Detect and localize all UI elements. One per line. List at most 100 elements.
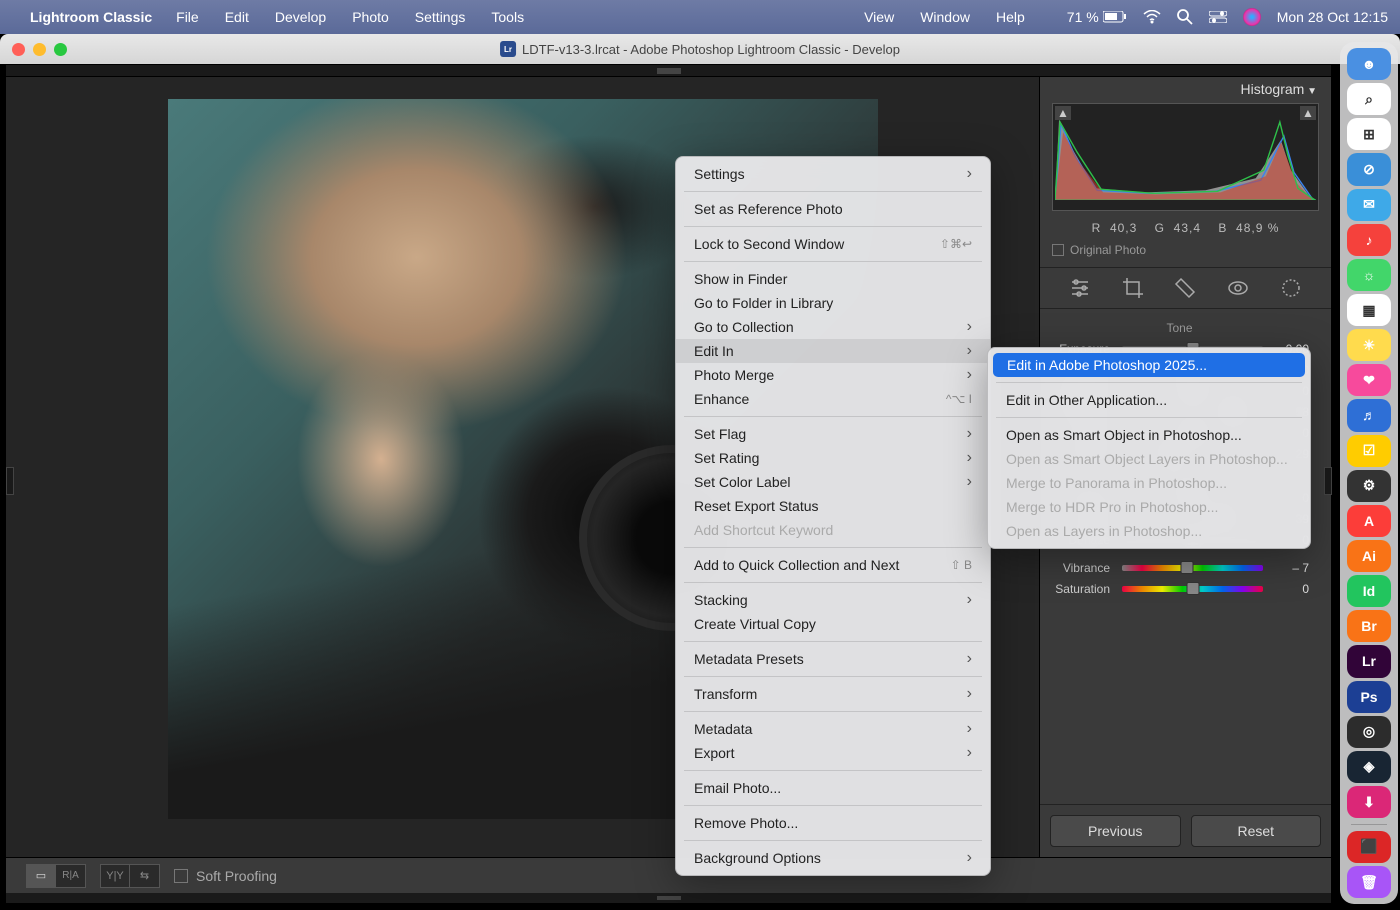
dock-icon-0[interactable]: ☻ [1347,48,1391,80]
redeye-icon[interactable] [1226,276,1250,300]
battery-indicator[interactable]: 71 % [1067,9,1127,25]
dock-icon-19[interactable]: ◎ [1347,716,1391,748]
menu-file[interactable]: File [176,9,199,25]
cm-set-ref[interactable]: Set as Reference Photo [676,197,990,221]
mac-menubar: Lightroom Classic File Edit Develop Phot… [0,0,1400,34]
dock-icon-14[interactable]: Ai [1347,540,1391,572]
dock-icon-1[interactable]: ⌕ [1347,83,1391,115]
cm-settings[interactable]: Settings [676,162,990,186]
right-panel-handle[interactable] [1324,467,1332,495]
sm-edit-ps[interactable]: Edit in Adobe Photoshop 2025... [993,353,1305,377]
cm-go-collection[interactable]: Go to Collection [676,315,990,339]
edit-in-submenu: Edit in Adobe Photoshop 2025... Edit in … [987,347,1311,549]
dock-icon-23[interactable]: 🗑 [1347,866,1391,898]
cm-photo-merge[interactable]: Photo Merge [676,363,990,387]
dock-icon-16[interactable]: Br [1347,610,1391,642]
maximize-button[interactable] [54,43,67,56]
cm-lock-second[interactable]: Lock to Second Window⇧⌘↩ [676,232,990,256]
cm-reset-export[interactable]: Reset Export Status [676,494,990,518]
sm-smart-layers: Open as Smart Object Layers in Photoshop… [988,447,1310,471]
loupe-view-button[interactable]: ▭ [26,864,56,888]
dock-icon-8[interactable]: ☀ [1347,329,1391,361]
dock-icon-13[interactable]: A [1347,505,1391,537]
siri-icon[interactable] [1243,8,1261,26]
cm-transform[interactable]: Transform [676,682,990,706]
reset-button[interactable]: Reset [1191,815,1322,847]
menu-help[interactable]: Help [996,9,1025,25]
lrc-icon: Lr [500,41,516,57]
original-photo-checkbox[interactable]: Original Photo [1052,243,1319,257]
mac-dock: ☻⌕⊞⊘ ✉♪☼▦☀❤♬ ☑⚙AAiIdBrLr Ps◎◈⬇ ⬛🗑 [1340,42,1398,904]
left-panel-handle[interactable] [6,467,14,495]
soft-proofing-checkbox[interactable]: Soft Proofing [174,868,277,884]
window-titlebar: Lr LDTF-v13-3.lrcat - Adobe Photoshop Li… [0,34,1400,64]
dock-icon-2[interactable]: ⊞ [1347,118,1391,150]
wifi-icon[interactable] [1143,10,1161,24]
menu-develop[interactable]: Develop [275,9,326,25]
cm-email[interactable]: Email Photo... [676,776,990,800]
dock-icon-18[interactable]: Ps [1347,681,1391,713]
cm-export[interactable]: Export [676,741,990,765]
before-after-lr-button[interactable]: R|A [56,864,86,888]
dock-icon-12[interactable]: ⚙ [1347,470,1391,502]
menu-edit[interactable]: Edit [225,9,249,25]
cm-set-color[interactable]: Set Color Label [676,470,990,494]
dock-icon-20[interactable]: ◈ [1347,751,1391,783]
dock-icon-15[interactable]: Id [1347,575,1391,607]
cm-metadata[interactable]: Metadata [676,717,990,741]
histogram[interactable]: ▲ ▲ [1052,103,1319,211]
cm-enhance[interactable]: Enhance^⌥ I [676,387,990,411]
dock-icon-9[interactable]: ❤ [1347,364,1391,396]
dock-icon-11[interactable]: ☑ [1347,435,1391,467]
tone-label: Tone [1050,321,1309,335]
dock-icon-10[interactable]: ♬ [1347,399,1391,431]
clock[interactable]: Mon 28 Oct 12:15 [1277,9,1388,25]
sm-smart-obj[interactable]: Open as Smart Object in Photoshop... [988,423,1310,447]
cm-virtual-copy[interactable]: Create Virtual Copy [676,612,990,636]
menu-window[interactable]: Window [920,9,970,25]
menu-photo[interactable]: Photo [352,9,389,25]
compare-yy-button[interactable]: Y|Y [100,864,130,888]
slider-saturation[interactable]: Saturation0 [1050,579,1309,599]
compare-swap-button[interactable]: ⇆ [130,864,160,888]
cm-set-flag[interactable]: Set Flag [676,422,990,446]
app-name[interactable]: Lightroom Classic [30,9,152,25]
close-button[interactable] [12,43,25,56]
histogram-header[interactable]: Histogram [1040,77,1331,101]
sm-layers: Open as Layers in Photoshop... [988,519,1310,543]
menu-settings[interactable]: Settings [415,9,466,25]
dock-icon-3[interactable]: ⊘ [1347,153,1391,185]
dock-icon-22[interactable]: ⬛ [1347,831,1391,863]
cm-bg-opts[interactable]: Background Options [676,846,990,870]
cm-stacking[interactable]: Stacking [676,588,990,612]
previous-button[interactable]: Previous [1050,815,1181,847]
dock-icon-5[interactable]: ♪ [1347,224,1391,256]
edit-sliders-icon[interactable] [1068,276,1092,300]
dock-icon-7[interactable]: ▦ [1347,294,1391,326]
cm-show-finder[interactable]: Show in Finder [676,267,990,291]
dock-icon-17[interactable]: Lr [1347,645,1391,677]
sm-hdr: Merge to HDR Pro in Photoshop... [988,495,1310,519]
minimize-button[interactable] [33,43,46,56]
crop-icon[interactable] [1121,276,1145,300]
window-title: Lr LDTF-v13-3.lrcat - Adobe Photoshop Li… [500,41,900,57]
cm-set-rating[interactable]: Set Rating [676,446,990,470]
dock-icon-4[interactable]: ✉ [1347,189,1391,221]
masking-icon[interactable] [1279,276,1303,300]
search-icon[interactable] [1177,9,1193,25]
control-center-icon[interactable] [1209,11,1227,23]
dock-icon-21[interactable]: ⬇ [1347,786,1391,818]
cm-add-quick[interactable]: Add to Quick Collection and Next⇧ B [676,553,990,577]
menu-view[interactable]: View [864,9,894,25]
cm-remove[interactable]: Remove Photo... [676,811,990,835]
panel-grip-bottom[interactable] [6,893,1331,903]
menu-tools[interactable]: Tools [491,9,524,25]
panel-grip-top[interactable] [6,65,1331,77]
slider-vibrance[interactable]: Vibrance– 7 [1050,558,1309,578]
dock-icon-6[interactable]: ☼ [1347,259,1391,291]
cm-edit-in[interactable]: Edit In [676,339,990,363]
sm-edit-other[interactable]: Edit in Other Application... [988,388,1310,412]
cm-go-folder[interactable]: Go to Folder in Library [676,291,990,315]
healing-icon[interactable] [1173,276,1197,300]
cm-meta-presets[interactable]: Metadata Presets [676,647,990,671]
